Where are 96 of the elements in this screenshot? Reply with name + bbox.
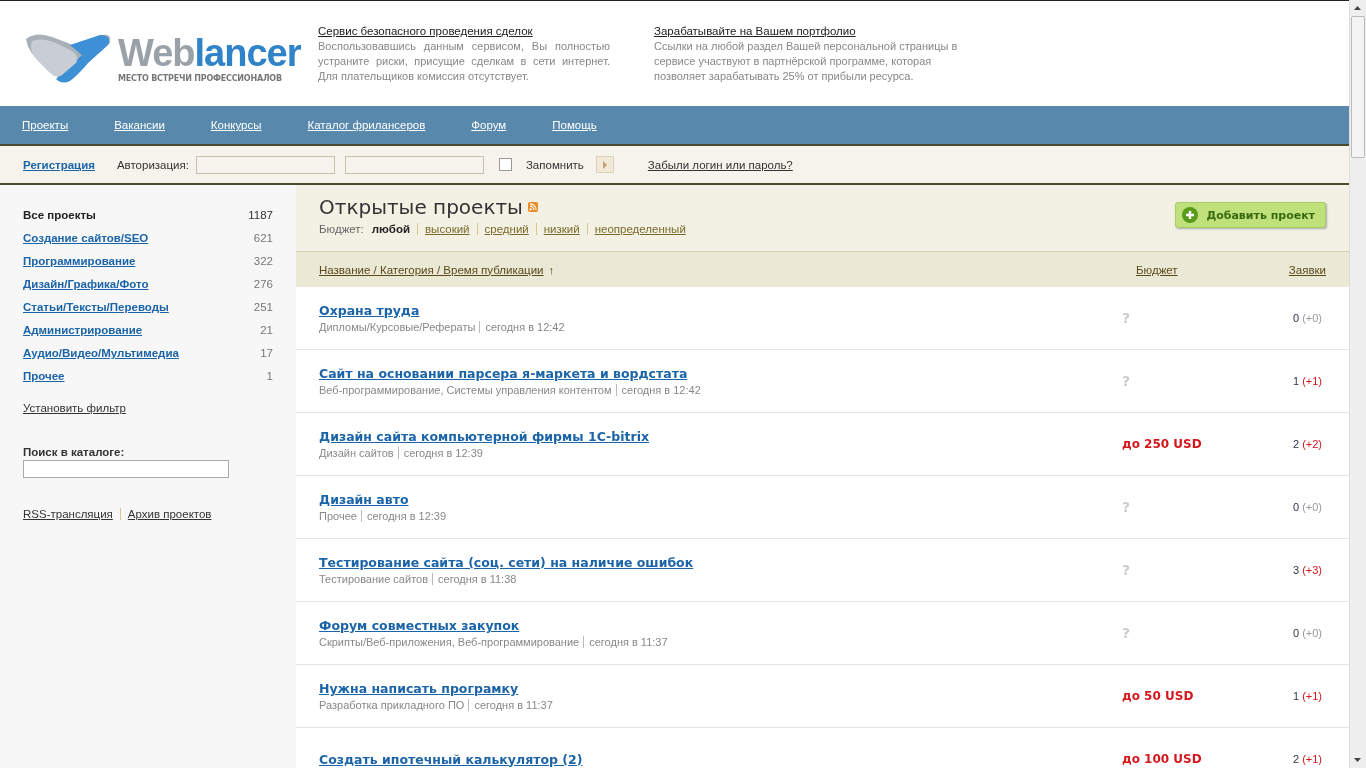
sort-arrow-icon[interactable]: ↑ (548, 263, 555, 276)
category-link[interactable]: Статьи/Тексты/Переводы (23, 301, 169, 324)
bid-count: 1 (+1) (1293, 375, 1322, 387)
project-category: Разработка прикладного ПО (319, 699, 465, 711)
category-link[interactable]: Дизайн/Графика/Фото (23, 278, 149, 301)
project-budget: ? (1122, 310, 1131, 326)
logo-wordmark[interactable]: Weblancer (118, 33, 301, 72)
category-link[interactable]: Аудио/Видео/Мультимедиа (23, 347, 179, 370)
category-count: 276 (253, 278, 273, 292)
plus-icon (1182, 207, 1199, 223)
bid-count: 1 (+1) (1293, 690, 1322, 702)
project-title[interactable]: Дизайн сайта компьютерной фирмы 1C-bitrix (319, 429, 649, 444)
project-title[interactable]: Нужна написать програмку (319, 681, 519, 696)
promo-link[interactable]: Сервис безопасного проведения сделок (318, 25, 533, 37)
project-title[interactable]: Охрана труда (319, 303, 420, 318)
register-link[interactable]: Регистрация (23, 158, 95, 171)
bid-count: 0 (+0) (1293, 501, 1322, 513)
column-header[interactable]: Заявки (1288, 263, 1326, 276)
add-project-button[interactable]: Добавить проект (1175, 202, 1326, 228)
project-title[interactable]: Дизайн авто (319, 492, 409, 507)
category-count: 621 (253, 232, 273, 246)
column-header[interactable]: Название / Категория / Время публикации (319, 263, 544, 276)
category-link[interactable]: Программирование (23, 255, 136, 278)
project-title[interactable]: Тестирование сайта (соц. сети) на наличие ошибок (319, 555, 694, 570)
nav-link[interactable]: Конкурсы (210, 119, 262, 131)
category-count: 322 (253, 255, 273, 269)
auth-label: Авторизация: (116, 158, 189, 171)
remember-checkbox[interactable] (498, 158, 512, 171)
publish-time: сегодня в 11:38 (432, 573, 517, 585)
bid-count: 2 (+2) (1293, 438, 1322, 450)
promo-text: Воспользовавшись данным сервисом, Вы полностью устраните риски, присущие сделкам в сети интернет. Для плательщиков комиссия отсутствует. (318, 39, 610, 84)
budget-filter[interactable]: средний (476, 223, 529, 235)
project-budget: ? (1122, 625, 1131, 641)
bid-count: 0 (+0) (1293, 627, 1322, 639)
category-count: 17 (260, 347, 273, 361)
promo-link[interactable]: Зарабатывайте на Вашем портфолио (654, 25, 856, 37)
category-link[interactable]: Создание сайтов/SEO (23, 232, 149, 255)
search-label: Поиск в каталоге: (23, 446, 126, 458)
budget-filter[interactable]: низкий (535, 223, 580, 235)
bid-count: 3 (+3) (1293, 564, 1322, 576)
project-title[interactable]: Сайт на основании парсера я-маркета и вордстата (319, 366, 688, 381)
publish-time: сегодня в 12:39 (397, 447, 483, 459)
column-header[interactable]: Бюджет (1136, 263, 1178, 276)
footer-link[interactable]: Архив проектов (119, 508, 212, 520)
project-category: Дизайн сайтов (319, 447, 394, 459)
category-count: 251 (253, 301, 273, 315)
page-title: Открытые проекты (319, 195, 523, 219)
publish-time: сегодня в 11:37 (468, 699, 553, 711)
nav-link[interactable]: Проекты (22, 119, 69, 131)
scrollbar-thumb[interactable] (1351, 16, 1365, 158)
bid-count: 2 (+1) (1293, 753, 1322, 765)
bid-count: 0 (+0) (1293, 312, 1322, 324)
project-budget: до 50 USD (1122, 689, 1194, 703)
budget-filter[interactable]: неопределенный (586, 223, 686, 235)
category-count: 21 (260, 324, 273, 338)
project-category: Скрипты/Веб-приложения, Веб-программирование (319, 636, 580, 648)
project-title[interactable]: Форум совместных закупок (319, 618, 520, 633)
category-count: 1187 (248, 209, 273, 223)
filter-link[interactable]: Установить фильтр (23, 402, 126, 414)
project-budget: до 100 USD (1122, 752, 1202, 766)
budget-filter[interactable]: высокий (417, 223, 470, 235)
project-title[interactable]: Создать ипотечный калькулятор (2) (319, 751, 583, 767)
project-category: Дипломы/Курсовые/Рефераты (319, 321, 476, 333)
nav-link[interactable]: Помощь (552, 119, 597, 131)
remember-label: Запомнить (525, 158, 584, 171)
category-count: 1 (266, 370, 273, 384)
publish-time: сегодня в 12:42 (615, 384, 701, 396)
publish-time: сегодня в 12:42 (479, 321, 565, 333)
footer-link[interactable]: RSS-трансляция (23, 508, 113, 520)
category-link[interactable]: Администрирование (23, 324, 143, 347)
project-category: Прочее (319, 510, 357, 522)
publish-time: сегодня в 12:39 (360, 510, 447, 522)
project-budget: ? (1122, 562, 1131, 578)
project-budget: до 250 USD (1122, 437, 1202, 451)
project-budget: ? (1122, 373, 1131, 389)
login-field[interactable] (195, 155, 335, 174)
project-budget: ? (1122, 499, 1131, 515)
rss-icon[interactable] (527, 202, 538, 212)
budget-filter[interactable]: любой (371, 223, 410, 235)
login-button[interactable] (595, 156, 614, 173)
password-field[interactable] (344, 155, 484, 174)
search-field[interactable] (23, 460, 229, 478)
project-category: Веб-программирование, Системы управления контентом (319, 384, 612, 396)
category-link[interactable]: Все проекты (23, 209, 96, 232)
scrollbar[interactable] (1349, 0, 1366, 768)
budget-label: Бюджет: (319, 223, 364, 235)
logo-tagline: МЕСТО ВСТРЕЧИ ПРОФЕССИОНАЛОВ (118, 73, 283, 83)
category-link[interactable]: Прочее (23, 370, 65, 393)
publish-time: сегодня в 11:37 (583, 636, 668, 648)
project-category: Тестирование сайтов (319, 573, 428, 585)
promo-text: Ссылки на любой раздел Вашей персональной страницы в сервисе участвуют в партнёрской программе, которая позволяет зарабатывать 25% от прибыли ресурса. (654, 39, 959, 84)
nav-link[interactable]: Каталог фрилансеров (307, 119, 426, 131)
nav-link[interactable]: Вакансии (114, 119, 165, 131)
nav-link[interactable]: Форум (471, 119, 507, 131)
play-arrow-icon (601, 160, 608, 169)
forgot-password-link[interactable]: Забыли логин или пароль? (647, 158, 793, 171)
